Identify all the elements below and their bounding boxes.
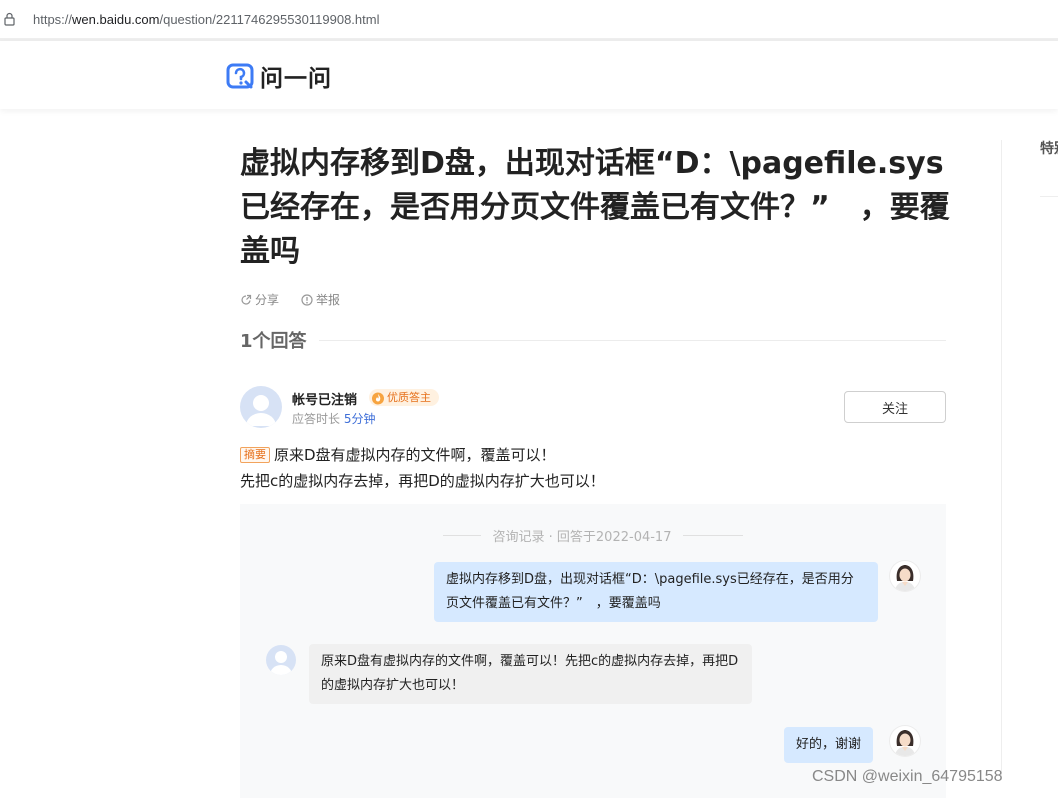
lock-icon[interactable]: [4, 12, 15, 26]
site-logo[interactable]: 问一问: [226, 63, 332, 92]
report-button[interactable]: 举报: [301, 291, 340, 308]
url-prefix: https://: [33, 12, 73, 27]
summary-line-2: 先把c的虚拟内存去掉，再把D的虚拟内存扩大也可以！: [240, 472, 605, 490]
header-line-left: [442, 535, 481, 536]
response-time: 应答时长 5分钟: [292, 410, 375, 427]
response-time-value: 5分钟: [343, 412, 376, 426]
chat-bubble-asker: 好的，谢谢: [784, 727, 874, 763]
avatar-icon: [246, 395, 276, 426]
answers-count: 1个回答: [240, 331, 307, 352]
summary-line-1: 原来D盘有虚拟内存的文件啊，覆盖可以！: [274, 446, 556, 464]
sidebar-line: [1040, 196, 1058, 197]
address-bar[interactable]: https://wen.baidu.com/question/221174629…: [0, 0, 1058, 39]
badge-label: 优质答主: [387, 391, 431, 404]
follow-button[interactable]: 关注: [844, 391, 946, 423]
chat-bubble-asker: 虚拟内存移到D盘，出现对话框“D：\pagefile.sys已经存在，是否用分页…: [434, 562, 878, 622]
question-actions: 分享 举报: [240, 291, 340, 308]
response-time-label: 应答时长: [292, 412, 341, 426]
header-line-right: [683, 535, 744, 536]
answers-header: 1个回答: [240, 328, 946, 352]
logo-icon: [226, 63, 254, 89]
sidebar-heading: 特别: [1040, 141, 1058, 157]
asker-avatar: [890, 726, 920, 756]
watermark: CSDN @weixin_64795158: [812, 768, 1003, 785]
site-header: 问一问: [0, 41, 1058, 109]
summary-tag: 摘要: [240, 447, 270, 463]
logo-text: 问一问: [260, 66, 332, 92]
answer-summary: 摘要 原来D盘有虚拟内存的文件啊，覆盖可以！ 先把c的虚拟内存去掉，再把D的虚拟内…: [240, 442, 940, 494]
avatar-icon: [270, 651, 292, 675]
chat-bubble-answerer: 原来D盘有虚拟内存的文件啊，覆盖可以！先把c的虚拟内存去掉，再把D的虚拟内存扩大…: [309, 644, 752, 704]
answerer-avatar-small: [266, 645, 296, 675]
quality-badge: 优质答主: [369, 389, 439, 406]
chat-text: 原来D盘有虚拟内存的文件啊，覆盖可以！先把c的虚拟内存去掉，再把D的虚拟内存扩大…: [321, 654, 739, 693]
consult-panel: 咨询记录 · 回答于2022-04-17 虚拟内存移到D盘，出现对话框“D：\p…: [240, 504, 946, 798]
url-path: /question/2211746295530119908.html: [159, 12, 380, 27]
question-title: 虚拟内存移到D盘，出现对话框“D：\pagefile.sys已经存在，是否用分页…: [240, 146, 950, 269]
url-host: wen.baidu.com: [72, 12, 160, 27]
report-label: 举报: [316, 293, 341, 307]
answerer-name[interactable]: 帐号已注销: [292, 389, 357, 408]
share-button[interactable]: 分享: [240, 291, 279, 308]
answers-divider: [318, 339, 946, 341]
share-label: 分享: [255, 293, 280, 307]
answerer-avatar[interactable]: [240, 386, 282, 428]
chat-text: 好的，谢谢: [796, 737, 862, 752]
asker-avatar: [890, 561, 920, 591]
sidebar-divider: [1001, 140, 1002, 780]
chat-text: 虚拟内存移到D盘，出现对话框“D：\pagefile.sys已经存在，是否用分页…: [446, 572, 854, 611]
consult-header-text: 咨询记录 · 回答于2022-04-17: [492, 530, 672, 545]
report-icon: [301, 293, 313, 306]
badge-flame-icon: [372, 392, 384, 404]
url-text[interactable]: https://wen.baidu.com/question/221174629…: [33, 12, 379, 27]
consult-header: 咨询记录 · 回答于2022-04-17: [240, 526, 946, 545]
avatar-icon: [895, 565, 915, 591]
share-icon: [241, 294, 252, 305]
avatar-icon: [895, 730, 915, 756]
